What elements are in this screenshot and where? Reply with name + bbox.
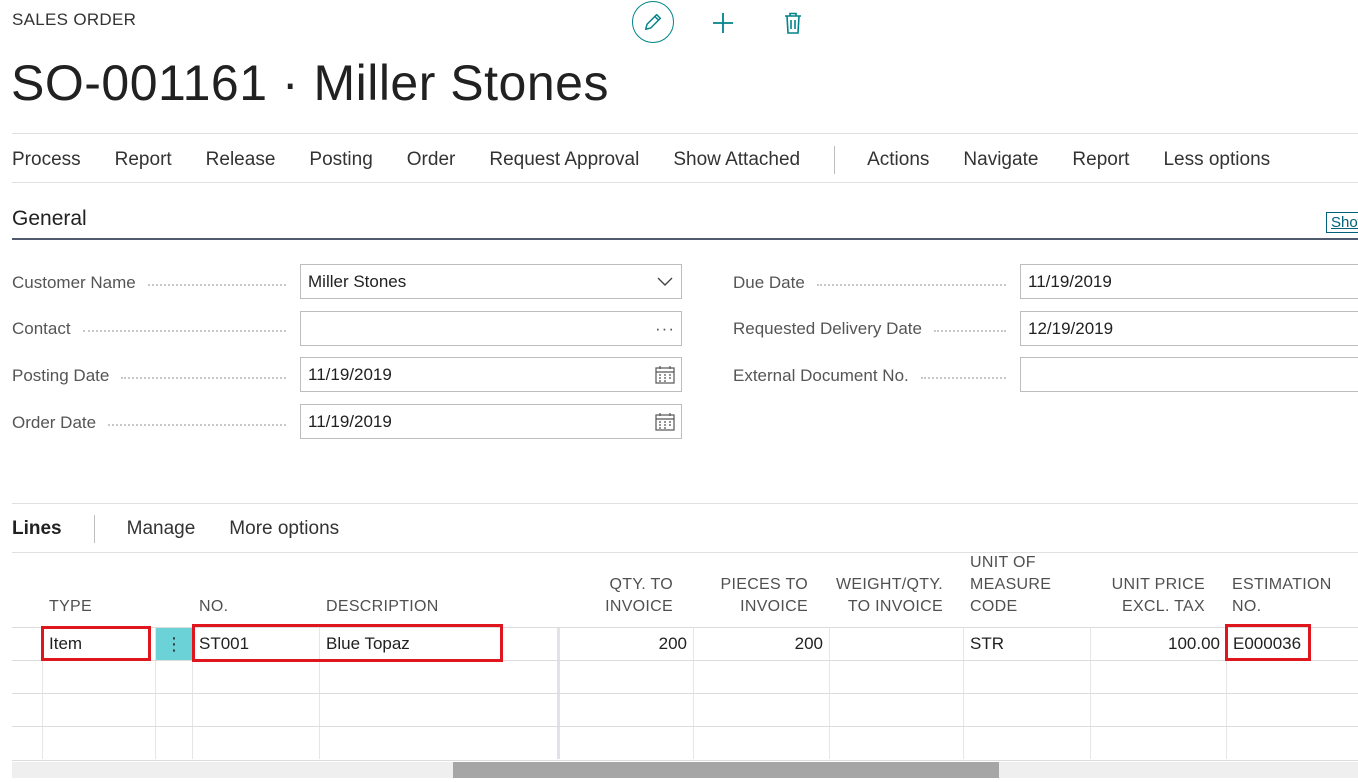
edit-button[interactable] [632, 1, 674, 43]
action-request-approval[interactable]: Request Approval [489, 149, 639, 171]
lines-separator [93, 515, 95, 543]
lines-top-rule [12, 503, 1358, 504]
col-header-unit-of-measure-code[interactable]: UNIT OF MEASURE CODE [970, 552, 1051, 618]
new-button[interactable] [704, 4, 742, 42]
action-posting[interactable]: Posting [309, 149, 372, 171]
cell-type[interactable]: Item [42, 628, 155, 660]
action-actions[interactable]: Actions [867, 149, 929, 171]
col-header-pieces-to-invoice[interactable]: PIECES TO INVOICE [695, 574, 808, 618]
lines-title[interactable]: Lines [12, 518, 62, 540]
calendar-icon[interactable] [649, 358, 681, 391]
action-less-options[interactable]: Less options [1163, 149, 1270, 171]
lines-manage[interactable]: Manage [127, 518, 196, 540]
cell-qty-to-invoice[interactable]: 200 [557, 628, 693, 660]
col-header-estimation-no[interactable]: ESTIMATION NO. [1232, 574, 1332, 618]
external-document-no-field[interactable] [1020, 357, 1358, 392]
customer-name-label: Customer Name [12, 270, 300, 296]
due-date-field[interactable]: 11/19/2019 [1020, 264, 1358, 299]
col-header-no[interactable]: NO. [199, 596, 228, 618]
due-date-value: 11/19/2019 [1028, 271, 1112, 291]
cell-pieces-to-invoice[interactable]: 200 [693, 628, 829, 660]
action-report-2[interactable]: Report [1072, 149, 1129, 171]
contact-label: Contact [12, 316, 300, 342]
action-bar-bottom-rule [12, 182, 1358, 183]
order-date-value: 11/19/2019 [308, 411, 392, 431]
requested-delivery-date-field[interactable]: 12/19/2019 [1020, 311, 1358, 346]
posting-date-value: 11/19/2019 [308, 364, 392, 384]
general-section-title[interactable]: General [12, 207, 87, 231]
action-bar: Process Report Release Posting Order Req… [12, 138, 1304, 182]
pencil-icon [644, 13, 662, 31]
table-row-empty[interactable] [12, 726, 1358, 761]
page-caption: SALES ORDER [12, 10, 137, 29]
lines-action-bar: Lines Manage More options [12, 512, 373, 546]
page-title: SO-001161 · Miller Stones [11, 55, 609, 111]
show-more-link[interactable]: Show [1326, 212, 1358, 233]
action-separator [834, 146, 836, 174]
table-row[interactable]: Item ⋮ ST001 Blue Topaz 200 200 STR 100.… [12, 627, 1358, 661]
action-process[interactable]: Process [12, 149, 81, 171]
cell-weight-qty-to-invoice[interactable] [829, 628, 963, 660]
posting-date-field[interactable]: 11/19/2019 [300, 357, 682, 392]
contact-field[interactable]: ··· [300, 311, 682, 346]
action-release[interactable]: Release [206, 149, 276, 171]
customer-name-field[interactable]: Miller Stones [300, 264, 682, 299]
general-section-rule [12, 238, 1358, 240]
row-menu-button[interactable]: ⋮ [155, 628, 192, 660]
posting-date-label: Posting Date [12, 363, 300, 389]
customer-name-value: Miller Stones [308, 271, 407, 291]
horizontal-scrollbar-thumb[interactable] [453, 762, 999, 778]
action-bar-top-rule [12, 133, 1358, 134]
external-document-no-label: External Document No. [733, 363, 1020, 389]
cell-estimation-no[interactable]: E000036 [1226, 628, 1352, 660]
lines-bar-bottom-rule [12, 552, 1358, 553]
cell-unit-of-measure-code[interactable]: STR [963, 628, 1090, 660]
lines-more-options[interactable]: More options [229, 518, 339, 540]
due-date-label: Due Date [733, 270, 1020, 296]
cell-no[interactable]: ST001 [192, 628, 319, 660]
col-header-weight-qty-to-invoice[interactable]: WEIGHT/QTY. TO INVOICE [830, 574, 943, 618]
col-header-unit-price-excl-tax[interactable]: UNIT PRICE EXCL. TAX [1090, 574, 1205, 618]
delete-button[interactable] [774, 4, 812, 42]
order-date-field[interactable]: 11/19/2019 [300, 404, 682, 439]
chevron-down-icon[interactable] [649, 265, 681, 298]
vertical-ellipsis-icon: ⋮ [165, 634, 183, 654]
row-selector[interactable] [12, 628, 42, 660]
order-date-label: Order Date [12, 410, 300, 436]
col-header-description[interactable]: DESCRIPTION [326, 596, 439, 618]
plus-icon [713, 13, 733, 33]
col-header-type[interactable]: TYPE [49, 596, 92, 618]
trash-icon [785, 12, 801, 34]
action-navigate[interactable]: Navigate [963, 149, 1038, 171]
requested-delivery-date-label: Requested Delivery Date [733, 316, 1020, 342]
action-order[interactable]: Order [407, 149, 456, 171]
requested-delivery-date-value: 12/19/2019 [1028, 318, 1114, 338]
action-report[interactable]: Report [115, 149, 172, 171]
col-header-qty-to-invoice[interactable]: QTY. TO INVOICE [560, 574, 673, 618]
cell-description[interactable]: Blue Topaz [319, 628, 557, 660]
action-show-attached[interactable]: Show Attached [673, 149, 800, 171]
ellipsis-icon[interactable]: ··· [649, 312, 681, 345]
table-row-empty[interactable] [12, 660, 1358, 694]
cell-unit-price-excl-tax[interactable]: 100.00 [1090, 628, 1226, 660]
table-row-empty[interactable] [12, 693, 1358, 727]
calendar-icon[interactable] [649, 405, 681, 438]
